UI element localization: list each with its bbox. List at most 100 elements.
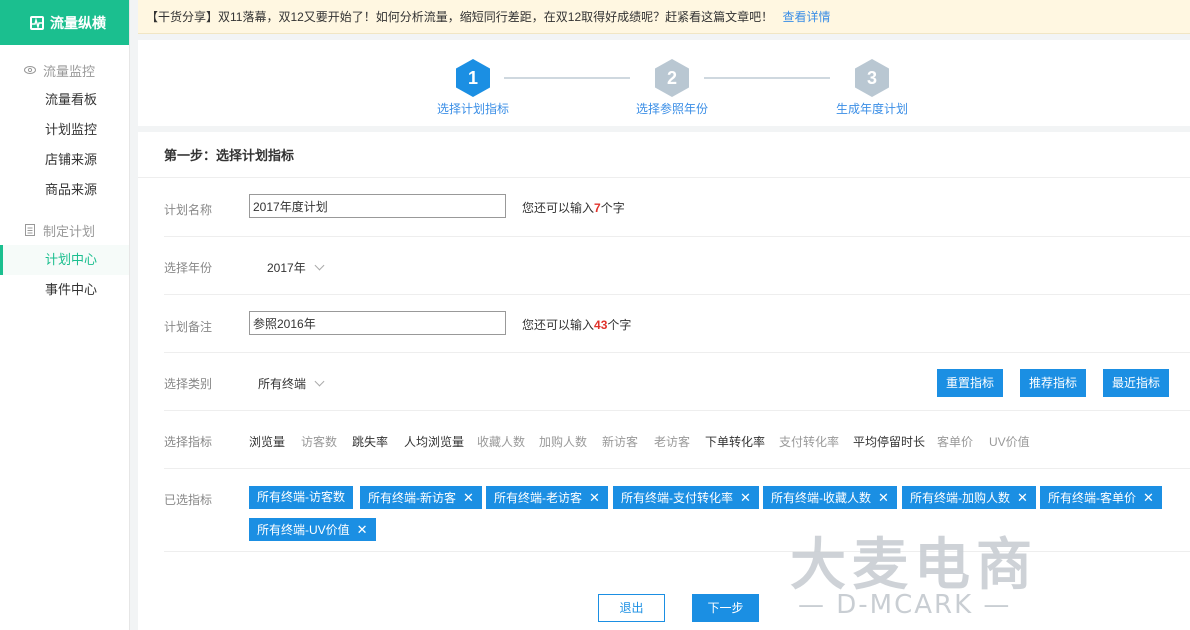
- metric-option[interactable]: UV价值: [989, 433, 1030, 450]
- hexagon-icon: 3: [854, 58, 890, 98]
- step-label: 选择计划指标: [436, 102, 509, 116]
- notice-text: 【干货分享】双11落幕，双12又要开始了！如何分析流量，缩短同行差距，在双12取…: [146, 10, 774, 24]
- sidebar-item-traffic-board[interactable]: 流量看板: [0, 85, 129, 115]
- brand-header[interactable]: 流量纵横: [0, 0, 129, 45]
- category-label: 选择类别: [164, 377, 213, 391]
- metric-option[interactable]: 支付转化率: [779, 433, 839, 450]
- selected-metric-tag[interactable]: 所有终端-支付转化率 ✕: [613, 486, 759, 509]
- hexagon-icon: 2: [654, 58, 690, 98]
- plan-name-hint: 您还可以输入7个字: [522, 199, 625, 216]
- next-step-button[interactable]: 下一步: [692, 594, 759, 622]
- chevron-down-icon: [314, 260, 325, 271]
- step-progress: 1 选择计划指标 2 选择参照年份 3 生成年度计划: [138, 40, 1190, 126]
- brand-title: 流量纵横: [50, 14, 106, 31]
- row-year: 选择年份 2017年: [164, 237, 1190, 295]
- sidebar-item-shop-source[interactable]: 店铺来源: [0, 145, 129, 175]
- metrics-label: 选择指标: [164, 435, 213, 449]
- nav-group-traffic-monitor[interactable]: 流量监控: [0, 55, 129, 85]
- metric-option[interactable]: 新访客: [602, 433, 638, 450]
- selected-metric-tag[interactable]: 所有终端-加购人数 ✕: [902, 486, 1036, 509]
- metric-option[interactable]: 浏览量: [249, 433, 285, 450]
- tag-label: 所有终端-新访客: [368, 491, 456, 505]
- tag-label: 所有终端-访客数: [257, 490, 345, 504]
- remark-input[interactable]: [249, 311, 506, 335]
- category-select[interactable]: 所有终端: [258, 375, 325, 392]
- hint-suffix: 个字: [600, 201, 625, 215]
- metric-option[interactable]: 加购人数: [539, 433, 587, 450]
- close-icon[interactable]: ✕: [463, 486, 474, 509]
- exit-button[interactable]: 退出: [598, 594, 665, 622]
- selected-metric-tag[interactable]: 所有终端-新访客 ✕: [360, 486, 482, 509]
- eye-icon: [24, 64, 36, 76]
- close-icon[interactable]: ✕: [740, 486, 751, 509]
- row-metrics: 选择指标 浏览量 访客数 跳失率 人均浏览量 收藏人数 加购人数 新访客 老访客…: [164, 411, 1190, 469]
- tag-label: 所有终端-收藏人数: [771, 491, 871, 505]
- watermark-title: 大麦电商: [790, 533, 1038, 598]
- step-1[interactable]: 1 选择计划指标: [418, 58, 528, 117]
- hint-suffix: 个字: [607, 318, 632, 332]
- row-remark: 计划备注 您还可以输入43个字: [164, 295, 1190, 353]
- pulse-chart-icon: [30, 15, 44, 30]
- hexagon-icon: 1: [455, 58, 491, 98]
- nav-group-label: 制定计划: [43, 223, 96, 239]
- metric-option[interactable]: 人均浏览量: [404, 433, 464, 450]
- step-number: 1: [467, 68, 478, 88]
- step-3[interactable]: 3 生成年度计划: [817, 58, 927, 117]
- year-select[interactable]: 2017年: [267, 259, 325, 276]
- plan-name-label: 计划名称: [164, 203, 213, 217]
- tag-label: 所有终端-支付转化率: [621, 491, 733, 505]
- sidebar-item-plan-monitor[interactable]: 计划监控: [0, 115, 129, 145]
- sidebar-item-product-source[interactable]: 商品来源: [0, 175, 129, 205]
- step-2[interactable]: 2 选择参照年份: [617, 58, 727, 117]
- metric-option[interactable]: 收藏人数: [477, 433, 525, 450]
- step-number: 3: [866, 68, 877, 88]
- close-icon[interactable]: ✕: [1143, 486, 1154, 509]
- nav-group-label: 流量监控: [43, 63, 96, 79]
- reset-metrics-button[interactable]: 重置指标: [937, 369, 1003, 397]
- remark-label: 计划备注: [164, 320, 213, 334]
- tag-label: 所有终端-UV价值: [257, 523, 350, 537]
- form-title: 第一步：选择计划指标: [138, 132, 1190, 178]
- recommend-metrics-button[interactable]: 推荐指标: [1020, 369, 1086, 397]
- category-value: 所有终端: [258, 377, 307, 391]
- metric-option[interactable]: 访客数: [301, 433, 337, 450]
- selected-metric-tag[interactable]: 所有终端-UV价值 ✕: [249, 518, 376, 541]
- sidebar-item-event-center[interactable]: 事件中心: [0, 275, 129, 305]
- row-plan-name: 计划名称 您还可以输入7个字: [164, 178, 1190, 237]
- sidebar-item-plan-center[interactable]: 计划中心: [0, 245, 129, 275]
- year-label: 选择年份: [164, 261, 213, 275]
- selected-metric-tag[interactable]: 所有终端-客单价 ✕: [1040, 486, 1162, 509]
- hint-count: 43: [594, 318, 608, 332]
- notice-detail-link[interactable]: 查看详情: [783, 10, 831, 24]
- tag-label: 所有终端-加购人数: [910, 491, 1010, 505]
- step-number: 2: [666, 68, 677, 88]
- nav-group-make-plan[interactable]: 制定计划: [0, 215, 129, 245]
- close-icon[interactable]: ✕: [1017, 486, 1028, 509]
- close-icon[interactable]: ✕: [878, 486, 889, 509]
- close-icon[interactable]: ✕: [357, 518, 368, 541]
- metric-option[interactable]: 平均停留时长: [853, 433, 925, 450]
- recent-metrics-button[interactable]: 最近指标: [1103, 369, 1169, 397]
- remark-hint: 您还可以输入43个字: [522, 316, 631, 333]
- selected-metric-tag[interactable]: 所有终端-老访客 ✕: [486, 486, 608, 509]
- step-label: 生成年度计划: [835, 102, 908, 116]
- tag-label: 所有终端-老访客: [494, 491, 582, 505]
- step-label: 选择参照年份: [635, 102, 708, 116]
- year-value: 2017年: [267, 261, 306, 275]
- close-icon[interactable]: ✕: [589, 486, 600, 509]
- selected-metric-tag[interactable]: 所有终端-收藏人数 ✕: [763, 486, 897, 509]
- hint-prefix: 您还可以输入: [522, 318, 595, 332]
- tag-label: 所有终端-客单价: [1048, 491, 1136, 505]
- plan-name-input[interactable]: [249, 194, 506, 218]
- selected-label: 已选指标: [164, 493, 213, 507]
- metric-option[interactable]: 跳失率: [352, 433, 388, 450]
- selected-metric-tag[interactable]: 所有终端-访客数: [249, 486, 353, 509]
- row-category: 选择类别 所有终端 重置指标 推荐指标 最近指标: [164, 353, 1190, 411]
- metric-option[interactable]: 老访客: [654, 433, 690, 450]
- sidebar: 流量纵横 流量监控 流量看板 计划监控 店铺来源 商品来源 制定计划 计划中心 …: [0, 0, 130, 630]
- metric-option[interactable]: 客单价: [937, 433, 973, 450]
- metric-option[interactable]: 下单转化率: [705, 433, 765, 450]
- notice-bar: 【干货分享】双11落幕，双12又要开始了！如何分析流量，缩短同行差距，在双12取…: [138, 0, 1190, 34]
- hint-prefix: 您还可以输入: [522, 201, 595, 215]
- watermark-subtitle: — D-MCARK —: [798, 590, 1012, 620]
